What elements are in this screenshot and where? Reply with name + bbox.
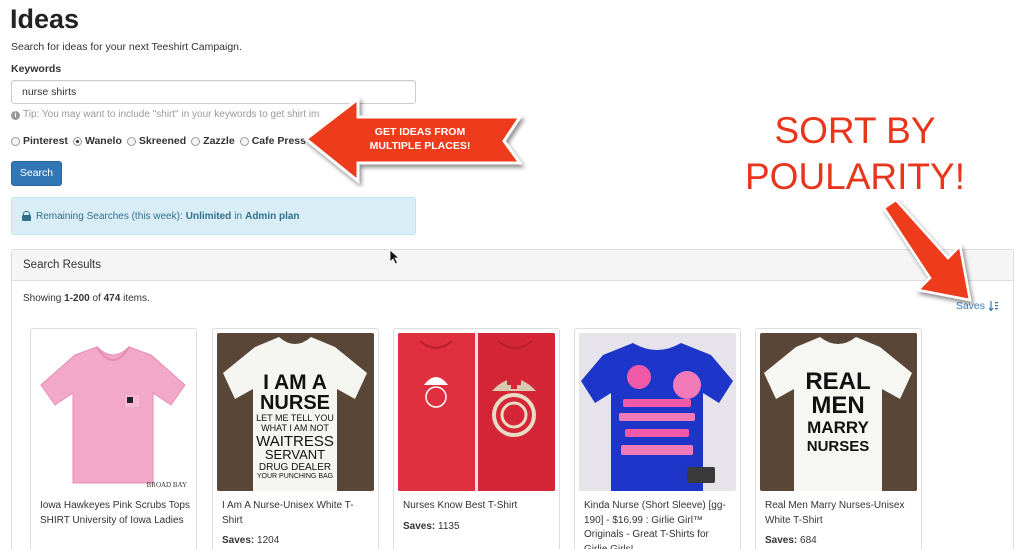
info-icon: i [11, 111, 20, 120]
product-saves: Saves: 1135 [403, 521, 460, 532]
product-saves: Saves: 684 [765, 535, 817, 546]
alert-middle: in [234, 210, 243, 222]
showing-of: of [92, 293, 101, 304]
alert-value: Unlimited [185, 210, 232, 222]
shirt-text: NURSES [807, 438, 870, 455]
product-image[interactable]: I AM A NURSE LET ME TELL YOU WHAT I AM N… [217, 333, 374, 491]
product-saves: Saves: 1204 [222, 535, 279, 546]
shirt-text: REAL [805, 368, 870, 395]
radio-button[interactable] [126, 136, 136, 146]
sort-descending-icon [989, 300, 998, 311]
shirt-text: NURSE [260, 392, 330, 414]
sort-annotation: SORT BY POULARITY! [740, 108, 970, 200]
search-button[interactable]: Search [11, 161, 62, 186]
saves-count: 1135 [438, 521, 460, 532]
brand-caption: BROAD BAY [147, 481, 187, 489]
shirt-text: I AM A [263, 371, 327, 394]
mouse-cursor-icon [389, 249, 401, 265]
product-title[interactable]: Nurses Know Best T-Shirt [403, 499, 553, 514]
product-title[interactable]: Real Men Marry Nurses-Unisex White T-Shi… [765, 499, 915, 528]
product-title[interactable]: Kinda Nurse (Short Sleeve) [gg-190] - $1… [584, 499, 734, 549]
saves-count: 684 [800, 535, 817, 546]
product-title[interactable]: I Am A Nurse-Unisex White T-Shirt [222, 499, 372, 528]
radio-button[interactable] [191, 136, 201, 146]
alert-plan: Admin plan [245, 210, 300, 222]
page-title: Ideas [10, 4, 80, 34]
source-option-pinterest[interactable]: Pinterest [11, 135, 68, 147]
showing-suffix: items. [123, 293, 150, 304]
keywords-tip: i Tip: You may want to include "shirt" in… [11, 109, 336, 120]
shirt-text: MEN [811, 392, 864, 419]
result-card[interactable]: BROAD BAY Iowa Hawkeyes Pink Scrubs Tops… [30, 328, 197, 549]
source-option-cafepress[interactable]: Cafe Press [239, 135, 306, 147]
product-image[interactable] [579, 333, 736, 491]
saves-label: Saves: [403, 521, 436, 532]
sort-annotation-line1: SORT BY [774, 110, 936, 151]
shirt-text: SERVANT [265, 447, 325, 462]
radio-button[interactable] [239, 136, 249, 146]
source-label: Pinterest [23, 135, 68, 147]
alert-prefix: Remaining Searches (this week): [36, 210, 183, 222]
result-card[interactable]: Nurses Know Best T-Shirt Saves: 1135 [393, 328, 560, 549]
source-option-zazzle[interactable]: Zazzle [191, 135, 235, 147]
results-count: Showing 1-200 of 474 items. [23, 293, 150, 304]
product-image[interactable] [398, 333, 555, 491]
radio-button[interactable] [11, 136, 20, 146]
shirt-text: YOUR PUNCHING BAG [257, 473, 333, 480]
product-image[interactable]: BROAD BAY [35, 333, 192, 491]
saves-label: Saves: [765, 535, 798, 546]
saves-count: 1204 [257, 535, 280, 546]
callout-text: GET IDEAS FROM MULTIPLE PLACES! [369, 126, 471, 152]
product-title[interactable]: Iowa Hawkeyes Pink Scrubs Tops SHIRT Uni… [40, 499, 190, 528]
source-label: Zazzle [203, 135, 235, 147]
source-label: Wanelo [84, 135, 122, 147]
radio-button-selected[interactable] [72, 136, 82, 146]
shirt-text: WHAT I AM NOT [261, 423, 329, 433]
shirt-text: MARRY [807, 418, 869, 437]
source-option-wanelo[interactable]: Wanelo [72, 135, 122, 147]
source-label: Skreened [138, 135, 187, 147]
keywords-label: Keywords [11, 63, 62, 75]
shirt-text: DRUG DEALER [259, 462, 331, 473]
lock-icon [22, 211, 31, 221]
sort-annotation-line2: POULARITY! [745, 156, 965, 197]
result-card[interactable]: I AM A NURSE LET ME TELL YOU WHAT I AM N… [212, 328, 379, 549]
shirt-text: LET ME TELL YOU [256, 413, 334, 423]
showing-range: 1-200 [64, 293, 90, 304]
product-image[interactable]: REAL MEN MARRY NURSES [760, 333, 917, 491]
saves-label: Saves: [222, 535, 255, 546]
source-option-skreened[interactable]: Skreened [126, 135, 187, 147]
sort-arrow-shape [882, 200, 972, 302]
panel-heading: Search Results [12, 250, 1013, 281]
showing-total: 474 [103, 293, 121, 304]
source-radio-group: Pinterest Wanelo Skreened Zazzle Cafe Pr… [11, 135, 306, 147]
tip-text: Tip: You may want to include "shirt" in … [23, 109, 320, 120]
remaining-searches-alert: Remaining Searches (this week): Unlimite… [11, 197, 416, 235]
page-subtitle: Search for ideas for your next Teeshirt … [11, 41, 242, 53]
result-card[interactable]: REAL MEN MARRY NURSES Real Men Marry Nur… [755, 328, 922, 549]
showing-prefix: Showing [23, 293, 62, 304]
source-label: Cafe Press [251, 135, 306, 147]
result-card[interactable]: Kinda Nurse (Short Sleeve) [gg-190] - $1… [574, 328, 741, 549]
search-results-panel: Search Results Showing 1-200 of 474 item… [11, 249, 1014, 549]
